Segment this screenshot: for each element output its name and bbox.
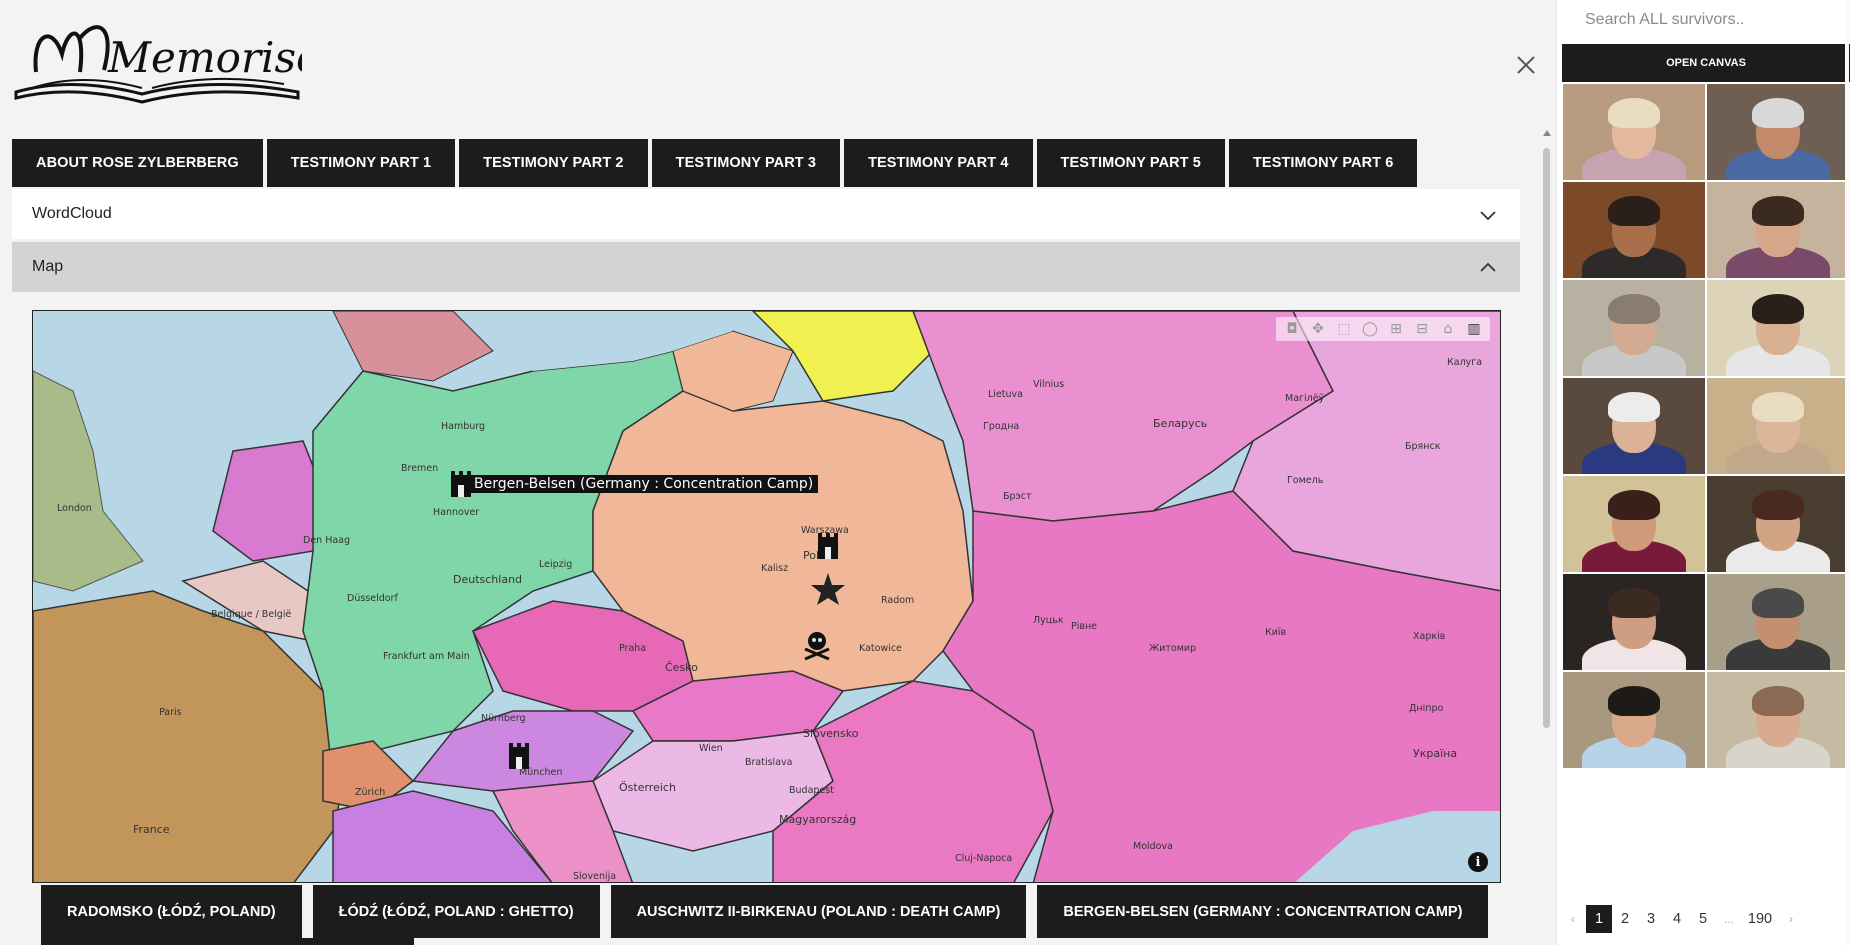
survivor-thumbnail[interactable] [1706, 671, 1850, 769]
tab-testimony-part-1[interactable]: TESTIMONY PART 1 [266, 139, 456, 187]
zoom-out-icon[interactable]: ⊟ [1412, 320, 1432, 338]
accordion-map-label: Map [32, 258, 64, 275]
tab-about[interactable]: ABOUT ROSE ZYLBERBERG [12, 139, 263, 187]
tab-testimony-part-2[interactable]: TESTIMONY PART 2 [459, 139, 648, 187]
survivor-thumbnail-hair [1608, 294, 1660, 325]
survivor-thumbnail[interactable] [1706, 475, 1850, 573]
survivor-thumbnail[interactable] [1562, 377, 1706, 475]
location-button-auschwitz[interactable]: AUSCHWITZ II-BIRKENAU (POLAND : DEATH CA… [610, 885, 1027, 938]
survivor-thumbnail[interactable] [1706, 279, 1850, 377]
chevron-up-icon [1480, 262, 1496, 272]
survivor-thumbnail-hair [1608, 392, 1660, 423]
scroll-up-icon[interactable] [1543, 130, 1551, 136]
pagination-ellipsis: ... [1723, 912, 1734, 926]
next-page-button[interactable]: › [1778, 905, 1804, 933]
survivor-thumbnail-hair [1752, 392, 1804, 423]
page-button-5[interactable]: 5 [1690, 905, 1716, 933]
logo-text: Memorise [107, 33, 302, 82]
survivor-thumbnail[interactable] [1706, 573, 1850, 671]
survivor-thumbnail[interactable] [1706, 181, 1850, 279]
tab-testimony-part-5[interactable]: TESTIMONY PART 5 [1036, 139, 1225, 187]
page-button-1[interactable]: 1 [1586, 905, 1612, 933]
map-view[interactable]: Hamburg Bremen Hannover Deutschland Leip… [32, 310, 1501, 883]
survivor-thumbnail-hair [1608, 196, 1660, 227]
info-icon[interactable]: i [1468, 852, 1488, 872]
map-modebar: ◘ ✥ ⬚ ◯ ⊞ ⊟ ⌂ ▥ [1276, 317, 1490, 341]
tab-testimony-part-4[interactable]: TESTIMONY PART 4 [844, 139, 1033, 187]
survivor-thumbnail-hair [1752, 196, 1804, 227]
testimony-tabs: ABOUT ROSE ZYLBERBERG TESTIMONY PART 1 T… [12, 139, 1418, 187]
survivor-thumbnail-hair [1752, 98, 1804, 129]
zoom-in-icon[interactable]: ⊞ [1386, 320, 1406, 338]
survivor-thumbnail[interactable] [1562, 83, 1706, 181]
survivor-thumbnail[interactable] [1562, 475, 1706, 573]
page-button-2[interactable]: 2 [1612, 905, 1638, 933]
survivor-thumbnail-hair [1752, 294, 1804, 325]
location-button-radomsko[interactable]: RADOMSKO (ŁÓDŹ, POLAND) [41, 885, 302, 938]
prev-page-button[interactable]: ‹ [1560, 905, 1586, 933]
skull-marker-auschwitz[interactable] [804, 632, 830, 661]
survivor-thumbnail-hair [1608, 490, 1660, 521]
survivor-thumbnail[interactable] [1706, 377, 1850, 475]
accordion-map[interactable]: Map [12, 242, 1520, 292]
tab-testimony-part-6[interactable]: TESTIMONY PART 6 [1228, 139, 1418, 187]
close-icon[interactable] [1509, 48, 1543, 82]
survivor-thumbnail[interactable] [1562, 671, 1706, 769]
tab-testimony-part-3[interactable]: TESTIMONY PART 3 [651, 139, 841, 187]
survivor-sidebar: OPEN CANVAS [1556, 0, 1863, 945]
survivor-thumbnail-grid [1562, 83, 1850, 769]
page-button-4[interactable]: 4 [1664, 905, 1690, 933]
camera-icon[interactable]: ◘ [1282, 320, 1302, 338]
survivor-search-input[interactable] [1557, 0, 1863, 40]
accordion-wordcloud-label: WordCloud [32, 205, 112, 222]
accordion-wordcloud[interactable]: WordCloud [12, 189, 1520, 239]
lasso-icon[interactable]: ◯ [1360, 320, 1380, 338]
open-canvas-button[interactable]: OPEN CANVAS [1562, 44, 1850, 82]
castle-marker-bergen-belsen[interactable] [451, 471, 471, 497]
location-button-partial[interactable] [41, 938, 414, 945]
main-scrollbar[interactable] [1540, 126, 1552, 945]
pagination: ‹ 1 2 3 4 5 ... 190 › [1556, 904, 1863, 934]
survivor-thumbnail[interactable] [1562, 573, 1706, 671]
star-marker-radomsko[interactable] [811, 573, 845, 605]
map-markers [451, 471, 845, 769]
box-select-icon[interactable]: ⬚ [1334, 320, 1354, 338]
sidebar-scrollbar[interactable] [1845, 0, 1849, 945]
chevron-down-icon [1480, 211, 1496, 221]
survivor-thumbnail[interactable] [1562, 181, 1706, 279]
survivor-thumbnail-hair [1752, 490, 1804, 521]
map-tooltip: Bergen-Belsen (Germany : Concentration C… [469, 475, 819, 493]
main-panel: Memorise ABOUT ROSE ZYLBERBERG TESTIMONY… [0, 0, 1556, 945]
location-button-bergen-belsen[interactable]: BERGEN-BELSEN (GERMANY : CONCENTRATION C… [1037, 885, 1489, 938]
survivor-thumbnail-hair [1608, 588, 1660, 619]
survivor-thumbnail-hair [1752, 686, 1804, 717]
memorise-logo[interactable]: Memorise [12, 14, 302, 104]
survivor-thumbnail-hair [1608, 686, 1660, 717]
pan-icon[interactable]: ✥ [1308, 320, 1328, 338]
survivor-thumbnail-hair [1608, 98, 1660, 129]
survivor-thumbnail[interactable] [1706, 83, 1850, 181]
plotly-logo-icon[interactable]: ▥ [1464, 320, 1484, 338]
home-icon[interactable]: ⌂ [1438, 320, 1458, 338]
survivor-thumbnail[interactable] [1562, 279, 1706, 377]
castle-marker-munich[interactable] [509, 743, 529, 769]
survivor-thumbnail-hair [1752, 588, 1804, 619]
castle-marker-lodz[interactable] [818, 533, 838, 559]
page-button-last[interactable]: 190 [1742, 905, 1778, 933]
page-button-3[interactable]: 3 [1638, 905, 1664, 933]
location-button-lodz[interactable]: ŁÓDŹ (ŁÓDŹ, POLAND : GHETTO) [312, 885, 600, 938]
scrollbar-thumb[interactable] [1543, 148, 1550, 728]
location-buttons: RADOMSKO (ŁÓDŹ, POLAND) ŁÓDŹ (ŁÓDŹ, POLA… [41, 885, 1489, 938]
